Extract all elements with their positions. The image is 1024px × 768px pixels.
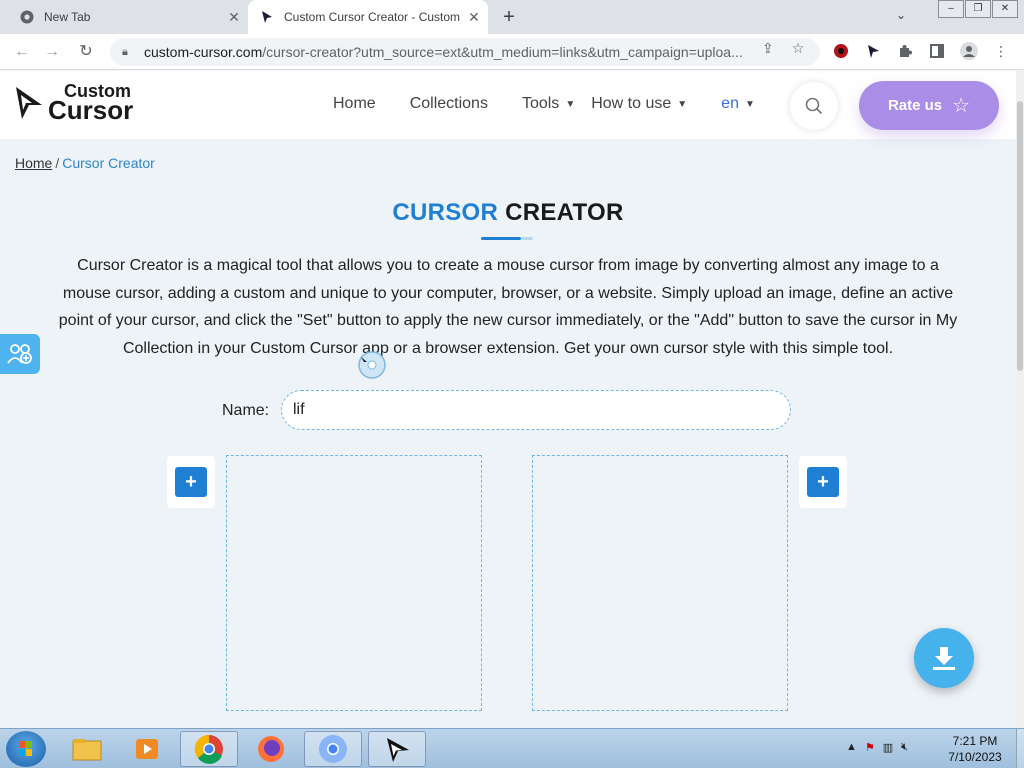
address-bar[interactable]: 🔒︎ custom-cursor.com/cursor-creator?utm_… xyxy=(110,38,820,66)
new-tab-button[interactable]: + xyxy=(498,6,520,28)
tab-title: Custom Cursor Creator - Custom xyxy=(284,10,461,24)
web-page: Custom Cursor Home Collections Tools ▼ Ho… xyxy=(0,71,1016,728)
search-button[interactable] xyxy=(790,82,838,130)
browser-toolbar: ← → ↻ 🔒︎ custom-cursor.com/cursor-creato… xyxy=(0,34,1024,70)
nav-tools[interactable]: Tools ▼ xyxy=(522,95,575,113)
share-icon[interactable]: ⇪ xyxy=(762,40,774,57)
chrome-icon xyxy=(20,10,34,24)
cursor-logo-icon xyxy=(16,87,42,119)
name-label: Name: xyxy=(222,402,270,419)
windows-logo-icon xyxy=(19,741,32,756)
extensions-area: ⋮ xyxy=(832,42,1010,60)
scrollbar-thumb[interactable] xyxy=(1017,101,1023,371)
start-button[interactable] xyxy=(6,731,46,767)
breadcrumb-home-link[interactable]: Home xyxy=(15,155,52,171)
omnibox-actions: ⇪ ☆ xyxy=(762,40,804,57)
site-logo[interactable]: Custom Cursor xyxy=(14,82,134,126)
lock-icon: 🔒︎ xyxy=(122,45,128,58)
windows-taskbar: ▲ ⚑ ▥ 🔇︎ 7:21 PM 7/10/2023 xyxy=(0,728,1024,768)
rate-us-button[interactable]: Rate us ☆ xyxy=(859,81,999,130)
side-widget-button[interactable] xyxy=(0,334,40,374)
breadcrumb-separator: / xyxy=(55,155,60,171)
site-header: Custom Cursor Home Collections Tools ▼ Ho… xyxy=(0,71,1016,139)
clock-time: 7:21 PM xyxy=(952,734,998,748)
logo-text-bottom: Cursor xyxy=(48,95,134,126)
clock-date: 7/10/2023 xyxy=(948,750,1002,764)
back-icon[interactable]: ← xyxy=(10,40,34,64)
chevron-down-icon: ▼ xyxy=(677,98,688,110)
page-title: CURSOR CREATOR xyxy=(392,199,624,226)
firefox-taskbar-icon[interactable] xyxy=(242,731,300,767)
download-icon xyxy=(933,647,955,670)
tab-title: New Tab xyxy=(44,10,91,24)
page-scrollbar[interactable] xyxy=(1016,71,1024,728)
download-button[interactable] xyxy=(914,628,974,688)
show-desktop-button[interactable] xyxy=(1016,729,1024,768)
restore-button[interactable]: ❐ xyxy=(965,0,991,18)
search-icon xyxy=(805,97,823,115)
tab-custom-cursor[interactable]: Custom Cursor Creator - Custom ✕ xyxy=(248,0,488,34)
volume-icon[interactable]: 🔇︎ xyxy=(901,741,908,754)
image-upload-area[interactable] xyxy=(226,455,482,711)
nav-collections[interactable]: Collections xyxy=(410,95,488,113)
puzzle-icon[interactable] xyxy=(896,42,914,60)
reload-icon[interactable]: ↻ xyxy=(74,40,98,64)
window-close-button[interactable]: ✕ xyxy=(992,0,1018,18)
language-selector[interactable]: en ▼ xyxy=(721,95,755,113)
system-tray: ▲ ⚑ ▥ 🔇︎ xyxy=(846,741,908,754)
chrome-alt-taskbar-icon[interactable] xyxy=(304,731,362,767)
cursor-preview-area[interactable] xyxy=(532,455,788,711)
main-nav: Home Collections Tools ▼ How to use ▼ en ▼ xyxy=(333,95,789,113)
right-add-panel: + xyxy=(799,456,847,508)
extension-red-icon[interactable] xyxy=(832,42,850,60)
media-player-taskbar-icon[interactable] xyxy=(118,731,176,767)
chevron-down-icon: ▼ xyxy=(565,98,576,110)
name-input[interactable] xyxy=(281,390,791,430)
custom-cursor-taskbar-icon[interactable] xyxy=(368,731,426,767)
title-underline-accent xyxy=(521,237,533,240)
profile-avatar-icon[interactable] xyxy=(960,42,978,60)
left-add-panel: + xyxy=(167,456,215,508)
breadcrumb-current: Cursor Creator xyxy=(62,155,155,171)
rate-us-label: Rate us xyxy=(887,97,943,114)
star-icon: ☆ xyxy=(952,95,971,117)
nav-home[interactable]: Home xyxy=(333,95,376,113)
network-icon[interactable]: ▥ xyxy=(883,741,893,754)
kebab-menu-icon[interactable]: ⋮ xyxy=(992,42,1010,60)
close-icon[interactable]: ✕ xyxy=(464,9,484,26)
disc-cursor-icon xyxy=(357,351,387,379)
chrome-taskbar-icon[interactable] xyxy=(180,731,238,767)
title-underline xyxy=(481,237,521,240)
action-center-icon[interactable]: ⚑ xyxy=(865,741,875,754)
add-left-button[interactable]: + xyxy=(175,467,207,497)
window-controls: – ❐ ✕ xyxy=(937,0,1018,18)
tab-new-tab[interactable]: New Tab ✕ xyxy=(8,0,248,34)
side-panel-icon[interactable] xyxy=(928,42,946,60)
cursor-favicon-icon xyxy=(260,10,274,24)
bookmark-star-icon[interactable]: ☆ xyxy=(792,40,805,57)
forward-icon[interactable]: → xyxy=(40,40,64,64)
add-right-button[interactable]: + xyxy=(807,467,839,497)
browser-tabstrip: New Tab ✕ Custom Cursor Creator - Custom… xyxy=(0,0,1024,34)
page-description: Cursor Creator is a magical tool that al… xyxy=(58,257,958,357)
users-add-icon xyxy=(7,344,32,364)
file-explorer-taskbar-icon[interactable] xyxy=(58,731,116,767)
nav-how-to-use[interactable]: How to use ▼ xyxy=(591,95,687,113)
close-icon[interactable]: ✕ xyxy=(224,9,244,26)
chevron-down-icon: ▼ xyxy=(744,98,755,110)
minimize-button[interactable]: – xyxy=(938,0,964,18)
url-text: custom-cursor.com/cursor-creator?utm_sou… xyxy=(144,44,743,60)
chevron-down-icon[interactable]: ⌄ xyxy=(896,8,906,22)
breadcrumb: Home / Cursor Creator xyxy=(15,155,155,171)
taskbar-clock[interactable]: 7:21 PM 7/10/2023 xyxy=(940,733,1010,765)
tray-expand-icon[interactable]: ▲ xyxy=(846,741,857,754)
custom-cursor-extension-icon[interactable] xyxy=(864,42,882,60)
